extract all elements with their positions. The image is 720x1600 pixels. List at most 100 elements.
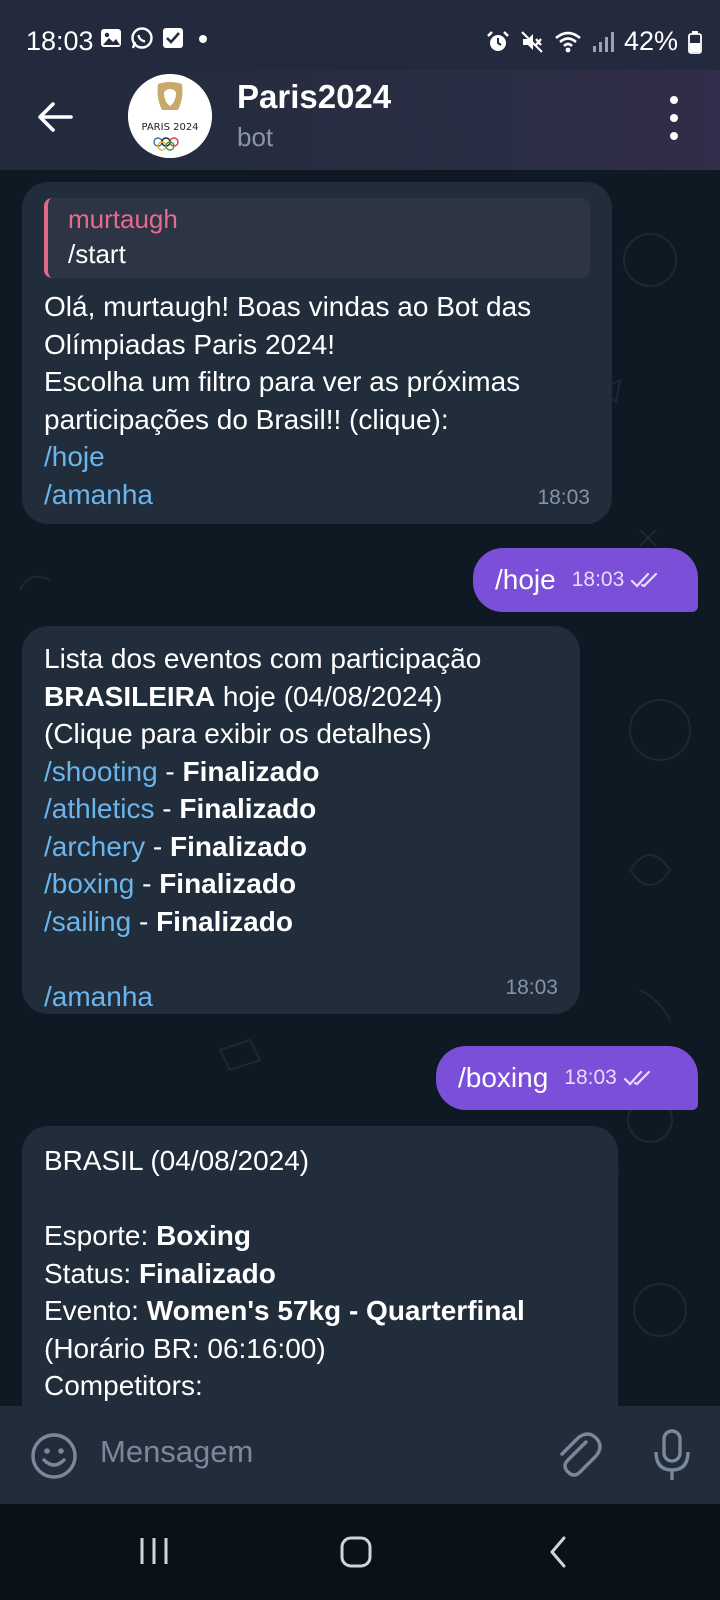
double-check-icon (623, 1070, 650, 1086)
event-row: /boxing - Finalizado (44, 865, 558, 903)
message-time: 18:03 (571, 568, 625, 591)
more-vertical-icon (670, 96, 678, 104)
emoji-icon (31, 1433, 77, 1479)
message-meta: 18:03 (564, 1066, 655, 1090)
chat-header: PARIS 2024 Paris2024 bot (0, 70, 720, 170)
incoming-message[interactable]: BRASIL (04/08/2024) Esporte: Boxing Stat… (22, 1126, 618, 1406)
more-dot (670, 132, 678, 140)
image-icon (101, 29, 121, 47)
recents-button[interactable] (138, 1536, 170, 1571)
message-line: Lista dos eventos com participação (44, 643, 482, 674)
recents-icon (140, 1538, 168, 1564)
message-line: Olímpiadas Paris 2024! (44, 328, 336, 360)
checkbox-icon (163, 28, 183, 48)
message-composer: Mensagem (0, 1406, 720, 1504)
event-row: /shooting - Finalizado (44, 753, 558, 791)
outgoing-message[interactable]: /boxing 18:03 (436, 1046, 698, 1110)
home-icon (340, 1536, 372, 1568)
status-time: 18:03 (26, 26, 94, 56)
command-link-athletics[interactable]: /athletics (44, 793, 155, 824)
attach-icon (560, 1432, 602, 1477)
attach-button[interactable] (554, 1430, 602, 1485)
separator: - (145, 830, 171, 862)
back-arrow-icon (38, 102, 73, 132)
message-line: BRASIL (04/08/2024) (44, 1145, 310, 1176)
system-icons: 42% (486, 26, 702, 57)
mic-icon (654, 1429, 690, 1480)
avatar[interactable]: PARIS 2024 (128, 74, 212, 158)
nav-back-button[interactable] (546, 1536, 570, 1573)
chat-title[interactable]: Paris2024 (237, 78, 391, 116)
command-link-amanha[interactable]: /amanha (44, 978, 558, 1016)
event-row: /archery - Finalizado (44, 828, 558, 866)
event-status: Finalizado (156, 905, 293, 937)
separator: - (134, 868, 160, 899)
message-time: 18:03 (564, 1066, 617, 1089)
event-row: /sailing - Finalizado (44, 903, 558, 941)
voice-button[interactable] (652, 1428, 692, 1487)
message-list[interactable]: murtaugh /start Olá, murtaugh! Boas vind… (0, 170, 720, 1406)
message-line: (Horário BR: 06:16:00) (44, 1332, 326, 1364)
command-link-amanha[interactable]: /amanha (44, 476, 590, 514)
message-line: Esporte: Boxing (44, 1217, 596, 1255)
reply-author: murtaugh (68, 204, 178, 234)
wifi-icon (555, 31, 581, 52)
signal-icon (592, 31, 614, 52)
notification-icons (100, 26, 214, 50)
reply-preview[interactable]: murtaugh /start (44, 198, 590, 278)
outgoing-message[interactable]: /hoje 18:03 (473, 548, 698, 612)
separator: - (157, 755, 183, 787)
system-nav-bar (0, 1504, 720, 1600)
more-menu-button[interactable] (664, 96, 684, 140)
bold-text: BRASILEIRA (44, 680, 216, 712)
sport-label: Esporte: (44, 1220, 157, 1251)
message-line: Competitors: (44, 1370, 203, 1401)
emoji-button[interactable] (30, 1432, 78, 1485)
message-line: Evento: Women's 57kg - Quarterfinal (44, 1292, 596, 1330)
event-status: Finalizado (170, 830, 307, 862)
mute-icon (521, 30, 543, 53)
more-dot (670, 114, 678, 122)
back-button[interactable] (30, 92, 80, 142)
message-meta: 18:03 (572, 568, 663, 592)
message-time: 18:03 (537, 485, 590, 509)
message-input[interactable]: Mensagem (100, 1434, 253, 1470)
message-text: /hoje (495, 564, 556, 595)
incoming-message[interactable]: Lista dos eventos com participação BRASI… (22, 626, 580, 1014)
message-line: (Clique para exibir os detalhes) (44, 718, 432, 749)
command-link-sailing[interactable]: /sailing (44, 906, 131, 937)
status-value: Finalizado (138, 1257, 276, 1289)
back-icon (550, 1536, 566, 1568)
command-link-boxing[interactable]: /boxing (44, 868, 134, 899)
event-status: Finalizado (179, 793, 317, 824)
message-time: 18:03 (505, 975, 558, 999)
message-line: Olá, murtaugh! Boas vindas ao Bot das (44, 291, 532, 322)
status-label: Status: (44, 1257, 139, 1289)
whatsapp-icon (131, 27, 153, 49)
event-status: Finalizado (182, 755, 320, 787)
event-label: Evento: (44, 1295, 147, 1326)
event-value: Women's 57kg - Quarterfinal (146, 1295, 525, 1326)
command-link-archery[interactable]: /archery (44, 831, 145, 862)
message-text: /boxing (458, 1062, 549, 1093)
battery-icon (688, 30, 702, 54)
separator: - (131, 905, 157, 937)
message-line: Status: Finalizado (44, 1255, 596, 1293)
paris-logo-icon: PARIS 2024 (128, 74, 212, 158)
message-line: BRASILEIRA hoje (04/08/2024) (44, 678, 558, 716)
sport-value: Boxing (156, 1220, 251, 1251)
alarm-icon (487, 30, 509, 51)
incoming-message[interactable]: murtaugh /start Olá, murtaugh! Boas vind… (22, 182, 612, 524)
command-link-shooting[interactable]: /shooting (44, 756, 158, 787)
separator: - (154, 793, 180, 824)
event-row: /athletics - Finalizado (44, 790, 558, 828)
chat-subtitle: bot (237, 122, 274, 152)
command-link-hoje[interactable]: /hoje (44, 438, 590, 476)
message-text: hoje (04/08/2024) (215, 680, 443, 712)
dot-icon (199, 35, 207, 43)
double-check-icon (631, 572, 658, 588)
home-button[interactable] (340, 1536, 372, 1573)
event-status: Finalizado (159, 868, 297, 899)
